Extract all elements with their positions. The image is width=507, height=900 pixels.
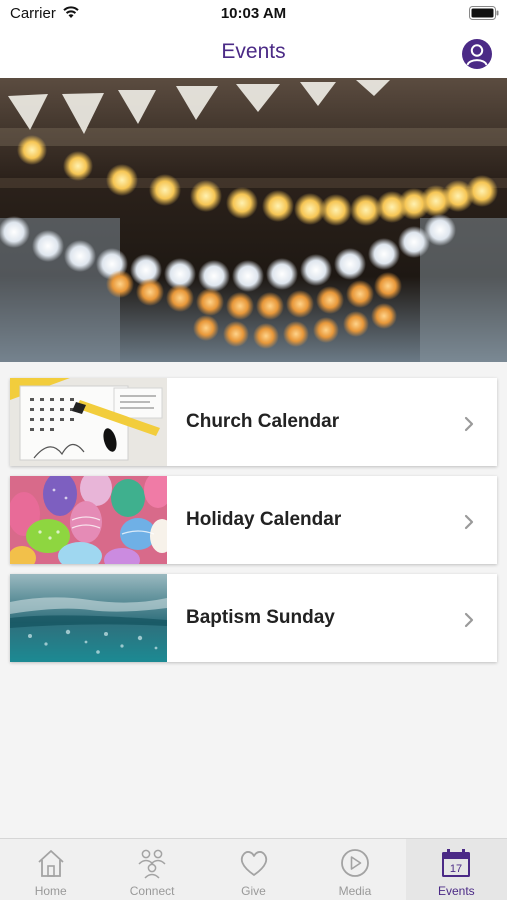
tab-label: Give (241, 884, 266, 898)
chevron-right-icon (464, 514, 474, 530)
tab-events[interactable]: 17 Events (405, 839, 507, 900)
connect-icon (138, 849, 166, 879)
page-title: Events (221, 40, 286, 63)
status-time: 10:03 AM (220, 5, 287, 22)
tab-media[interactable]: Media (304, 839, 405, 900)
user-icon (466, 44, 488, 66)
calendar-icon: 17 (442, 849, 471, 877)
event-card-baptism-sunday[interactable]: Baptism Sunday (10, 574, 497, 662)
tab-connect[interactable]: Connect (101, 839, 202, 900)
play-icon (341, 849, 369, 877)
event-title: Holiday Calendar (186, 509, 342, 530)
nav-header: Events (0, 30, 507, 78)
hero-image (0, 78, 507, 362)
status-bar: Carrier 10:03 AM (0, 0, 507, 30)
chevron-right-icon (464, 416, 474, 432)
event-title: Baptism Sunday (186, 607, 335, 628)
battery-icon (469, 6, 499, 20)
chevron-right-icon (464, 612, 474, 628)
event-title: Church Calendar (186, 411, 340, 432)
calendar-day-badge: 17 (450, 863, 462, 875)
tab-label: Events (437, 884, 475, 898)
tab-home[interactable]: Home (0, 839, 101, 900)
event-card-church-calendar[interactable]: Church Calendar (10, 378, 497, 466)
tab-label: Home (34, 884, 67, 898)
holiday-calendar-thumbnail (10, 476, 167, 564)
baptism-sunday-thumbnail (10, 574, 167, 662)
heart-icon (240, 851, 267, 876)
tab-give[interactable]: Give (203, 839, 304, 900)
event-card-holiday-calendar[interactable]: Holiday Calendar (10, 476, 497, 564)
tab-label: Media (338, 884, 372, 898)
church-calendar-thumbnail (10, 378, 167, 466)
tab-bar: Home Connect Give Media 17 Events (0, 838, 507, 900)
profile-button[interactable] (462, 39, 492, 69)
event-list: Church Calendar Holiday Calendar Baptism… (10, 378, 497, 672)
home-icon (38, 850, 64, 877)
tab-label: Connect (129, 884, 175, 898)
